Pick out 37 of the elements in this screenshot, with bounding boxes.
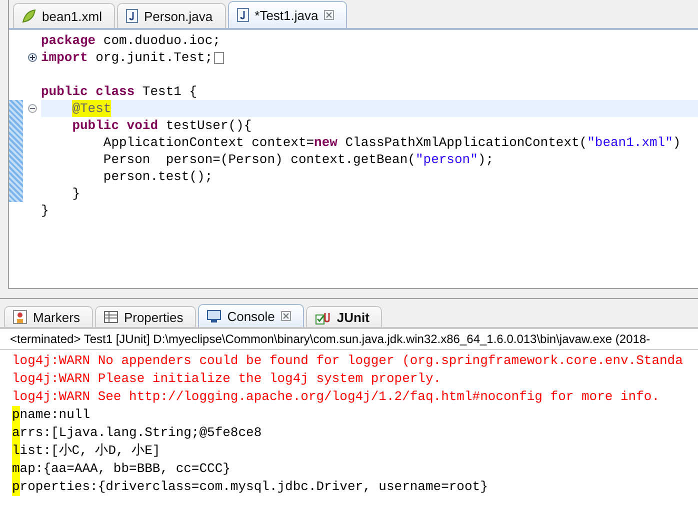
tab[interactable]: JUnit xyxy=(306,306,382,327)
console-line: log4j:WARN No appenders could be found for logger (org.springframework.core.env.Standa xyxy=(12,352,683,370)
java-file-icon xyxy=(126,9,138,23)
tab-label: Properties xyxy=(124,310,184,324)
expand-icon[interactable] xyxy=(28,53,36,62)
folded-code-marker[interactable] xyxy=(214,52,224,64)
tab[interactable]: Markers xyxy=(4,306,93,327)
tab[interactable]: Properties xyxy=(94,306,196,327)
tab[interactable]: *Test1.java xyxy=(228,1,348,28)
code-line: public void testUser(){ xyxy=(72,117,252,134)
table-icon xyxy=(104,311,118,323)
code-line: Person person=(Person) context.getBean("person"); xyxy=(103,151,494,168)
code-line: import org.junit.Test; xyxy=(41,49,224,66)
console-line: log4j:WARN Please initialize the log4j system properly. xyxy=(12,370,442,388)
tab-label: Person.java xyxy=(144,8,213,24)
tab-label: JUnit xyxy=(336,310,370,324)
tab-label: *Test1.java xyxy=(254,8,318,22)
close-icon[interactable] xyxy=(324,10,334,20)
markers-icon xyxy=(13,310,27,324)
code-line: ApplicationContext context=new ClassPathXmlApplicationContext("bean1.xml") xyxy=(103,134,681,151)
code-line: person.test(); xyxy=(103,168,213,185)
close-icon[interactable] xyxy=(280,311,291,321)
tab[interactable]: bean1.xml xyxy=(13,3,115,28)
code-line: } xyxy=(72,185,80,202)
console-line: log4j:WARN See http://logging.apache.org/log4j/1.2/faq.html#noconfig for more info. xyxy=(12,388,660,406)
tab[interactable]: Person.java xyxy=(116,3,226,28)
monitor-icon xyxy=(207,310,222,322)
code-line: } xyxy=(41,202,49,219)
tab[interactable]: Console xyxy=(198,304,304,327)
tab-label: Console xyxy=(227,308,275,324)
leaf-icon xyxy=(22,9,36,23)
code-line: package com.duoduo.ioc; xyxy=(41,32,220,49)
tab-label: Markers xyxy=(33,310,80,324)
code-line: public class Test1 { xyxy=(41,83,198,100)
tab-label: bean1.xml xyxy=(42,8,102,24)
collapse-icon[interactable] xyxy=(28,104,36,113)
java-file-icon xyxy=(236,8,249,22)
